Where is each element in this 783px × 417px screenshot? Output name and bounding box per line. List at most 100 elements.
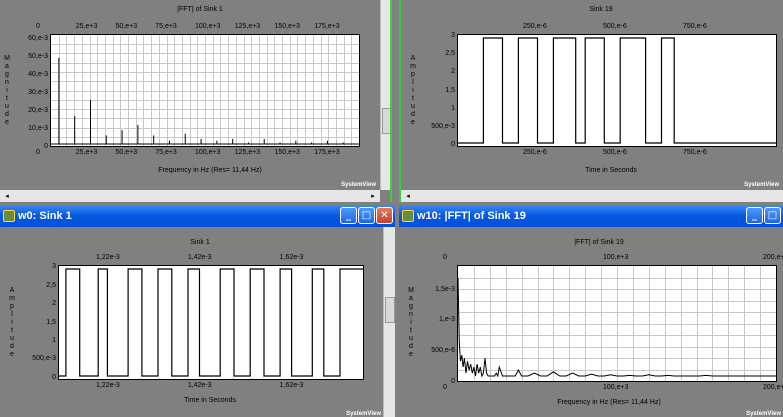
y-tick-label: 1,5 bbox=[445, 86, 455, 94]
x-tick-label: 750,e-6 bbox=[683, 149, 707, 156]
x-tick-label-top: 500,e-6 bbox=[603, 23, 627, 30]
window-app-icon bbox=[3, 210, 15, 222]
y-tick-label: 10,e-3 bbox=[28, 125, 48, 133]
frame-edge bbox=[390, 0, 392, 202]
waveform-chart bbox=[59, 268, 363, 377]
scrollbar-thumb[interactable] bbox=[385, 297, 395, 323]
x-tick-label: 0 bbox=[443, 384, 447, 391]
y-tick-label: 1 bbox=[52, 336, 56, 344]
vertical-scrollbar[interactable] bbox=[383, 227, 395, 417]
window-fft-sink1: |FFT| of Sink 1 Magnitude Frequency in H… bbox=[0, 0, 392, 202]
systemview-badge: SystemView bbox=[746, 411, 781, 417]
window-title: w10: |FFT| of Sink 19 bbox=[417, 210, 526, 222]
x-tick-label-top: 50,e+3 bbox=[115, 23, 138, 30]
y-tick-label: 2,5 bbox=[46, 281, 56, 289]
minimize-icon: _ bbox=[346, 210, 351, 221]
x-axis-label: Frequency in Hz (Res= 11,44 Hz) bbox=[158, 167, 262, 174]
plot-area bbox=[457, 265, 777, 382]
x-tick-label: 25,e+3 bbox=[75, 149, 98, 156]
minimize-icon: _ bbox=[752, 210, 757, 221]
y-tick-label: 60,e-3 bbox=[28, 35, 48, 43]
x-tick-label: 50,e+3 bbox=[115, 149, 138, 156]
x-axis-label: Time in Seconds bbox=[184, 397, 236, 404]
systemview-badge: SystemView bbox=[341, 182, 376, 188]
y-tick-label: 2 bbox=[52, 300, 56, 308]
x-tick-label: 1,22e-3 bbox=[96, 382, 120, 389]
window-w10-fft-sink19: w10: |FFT| of Sink 19 _ □ |FFT| of Sink … bbox=[399, 205, 783, 417]
plot-title: |FFT| of Sink 19 bbox=[574, 239, 624, 246]
x-tick-label: 100,e+3 bbox=[194, 149, 221, 156]
title-bar[interactable]: w0: Sink 1 _ □ ✕ bbox=[0, 205, 395, 227]
x-tick-label: 175,e+3 bbox=[314, 149, 340, 156]
maximize-button[interactable]: □ bbox=[358, 207, 375, 224]
y-tick-label: 500,e-3 bbox=[431, 122, 455, 130]
window-title: w0: Sink 1 bbox=[18, 210, 72, 222]
minimize-button[interactable]: _ bbox=[746, 207, 763, 224]
plot-area bbox=[58, 265, 364, 380]
plot-panel: Sink 1 Amplitude Time in Seconds SystemV… bbox=[0, 227, 383, 417]
window-w0-sink1: w0: Sink 1 _ □ ✕ Sink 1 Amplitude Time i… bbox=[0, 205, 395, 417]
x-tick-label: 75,e+3 bbox=[155, 149, 177, 156]
x-tick-label-top: 100,e+3 bbox=[194, 23, 221, 30]
y-tick-label: 500,e-6 bbox=[431, 347, 455, 355]
y-tick-label: 50,e-3 bbox=[28, 53, 48, 61]
y-tick-label: 500,e-3 bbox=[32, 355, 56, 363]
x-tick-label-top: 1,62e-3 bbox=[279, 254, 304, 261]
y-tick-label: 3 bbox=[451, 32, 455, 40]
y-tick-label: 0 bbox=[44, 143, 48, 150]
plot-panel: |FFT| of Sink 1 Magnitude Frequency in H… bbox=[0, 0, 380, 190]
x-tick-label: 125,e+3 bbox=[234, 149, 261, 156]
scroll-left-icon[interactable]: ◂ bbox=[403, 191, 413, 201]
plot-panel: Sink 19 Amplitude Time in Seconds System… bbox=[401, 0, 783, 190]
y-tick-label: 1,e-3 bbox=[439, 316, 455, 324]
plot-title: Sink 1 bbox=[190, 239, 210, 246]
y-tick-label: 1 bbox=[451, 104, 455, 112]
fft-sink19-chart bbox=[457, 277, 776, 378]
maximize-icon: □ bbox=[767, 210, 778, 221]
y-tick-label: 2,5 bbox=[445, 50, 455, 58]
x-tick-label: 0 bbox=[36, 149, 40, 156]
minimize-button[interactable]: _ bbox=[340, 207, 357, 224]
maximize-button[interactable]: □ bbox=[764, 207, 781, 224]
plot-area bbox=[457, 34, 777, 147]
y-tick-label: 30,e-3 bbox=[28, 89, 48, 97]
y-tick-label: 20,e-3 bbox=[28, 107, 48, 115]
y-tick-label: 0 bbox=[451, 140, 455, 148]
waveform-line bbox=[59, 268, 363, 377]
x-tick-label-top: 750,e-6 bbox=[683, 23, 707, 30]
x-tick-label-top: 75,e+3 bbox=[155, 23, 177, 30]
y-axis-label: Magnitude bbox=[408, 287, 414, 358]
systemview-badge: SystemView bbox=[346, 411, 381, 417]
y-axis-label: Amplitude bbox=[410, 55, 416, 126]
spectrum-line bbox=[457, 277, 776, 378]
x-tick-label: 100,e+3 bbox=[603, 384, 629, 391]
y-tick-label: 2 bbox=[451, 68, 455, 76]
y-tick-label: 1,5 bbox=[46, 318, 56, 326]
x-tick-label-top: 1,42e-3 bbox=[187, 254, 212, 261]
window-app-icon bbox=[402, 210, 414, 222]
waveform-chart bbox=[458, 37, 776, 144]
systemview-badge: SystemView bbox=[744, 182, 779, 188]
window-sink19: Sink 19 Amplitude Time in Seconds System… bbox=[399, 0, 783, 202]
title-bar[interactable]: w10: |FFT| of Sink 19 _ □ bbox=[399, 205, 783, 227]
x-tick-label: 1,62e-3 bbox=[279, 382, 304, 389]
y-tick-label: 0 bbox=[451, 378, 455, 385]
scroll-right-icon[interactable]: ▸ bbox=[368, 191, 378, 201]
x-tick-label-top: 0 bbox=[36, 23, 40, 30]
plot-area bbox=[50, 34, 360, 147]
maximize-icon: □ bbox=[361, 210, 372, 221]
scroll-left-icon[interactable]: ◂ bbox=[2, 191, 12, 201]
fft-sink1-chart bbox=[51, 57, 359, 145]
plot-panel: |FFT| of Sink 19 Magnitude Frequency in … bbox=[399, 227, 783, 417]
horizontal-scrollbar[interactable]: ◂ ▸ bbox=[0, 190, 380, 202]
x-tick-label-top: 100,e+3 bbox=[603, 254, 629, 261]
horizontal-scrollbar[interactable]: ◂ bbox=[401, 190, 783, 202]
x-tick-label-top: 125,e+3 bbox=[234, 23, 261, 30]
x-tick-label: 200,e+3 bbox=[763, 384, 783, 391]
plot-title: Sink 19 bbox=[589, 6, 613, 13]
x-tick-label: 250,e-6 bbox=[523, 149, 547, 156]
y-tick-label: 3 bbox=[52, 263, 56, 271]
y-tick-label: 0 bbox=[52, 373, 56, 381]
close-button[interactable]: ✕ bbox=[376, 207, 393, 224]
y-axis-label: Amplitude bbox=[9, 287, 15, 358]
